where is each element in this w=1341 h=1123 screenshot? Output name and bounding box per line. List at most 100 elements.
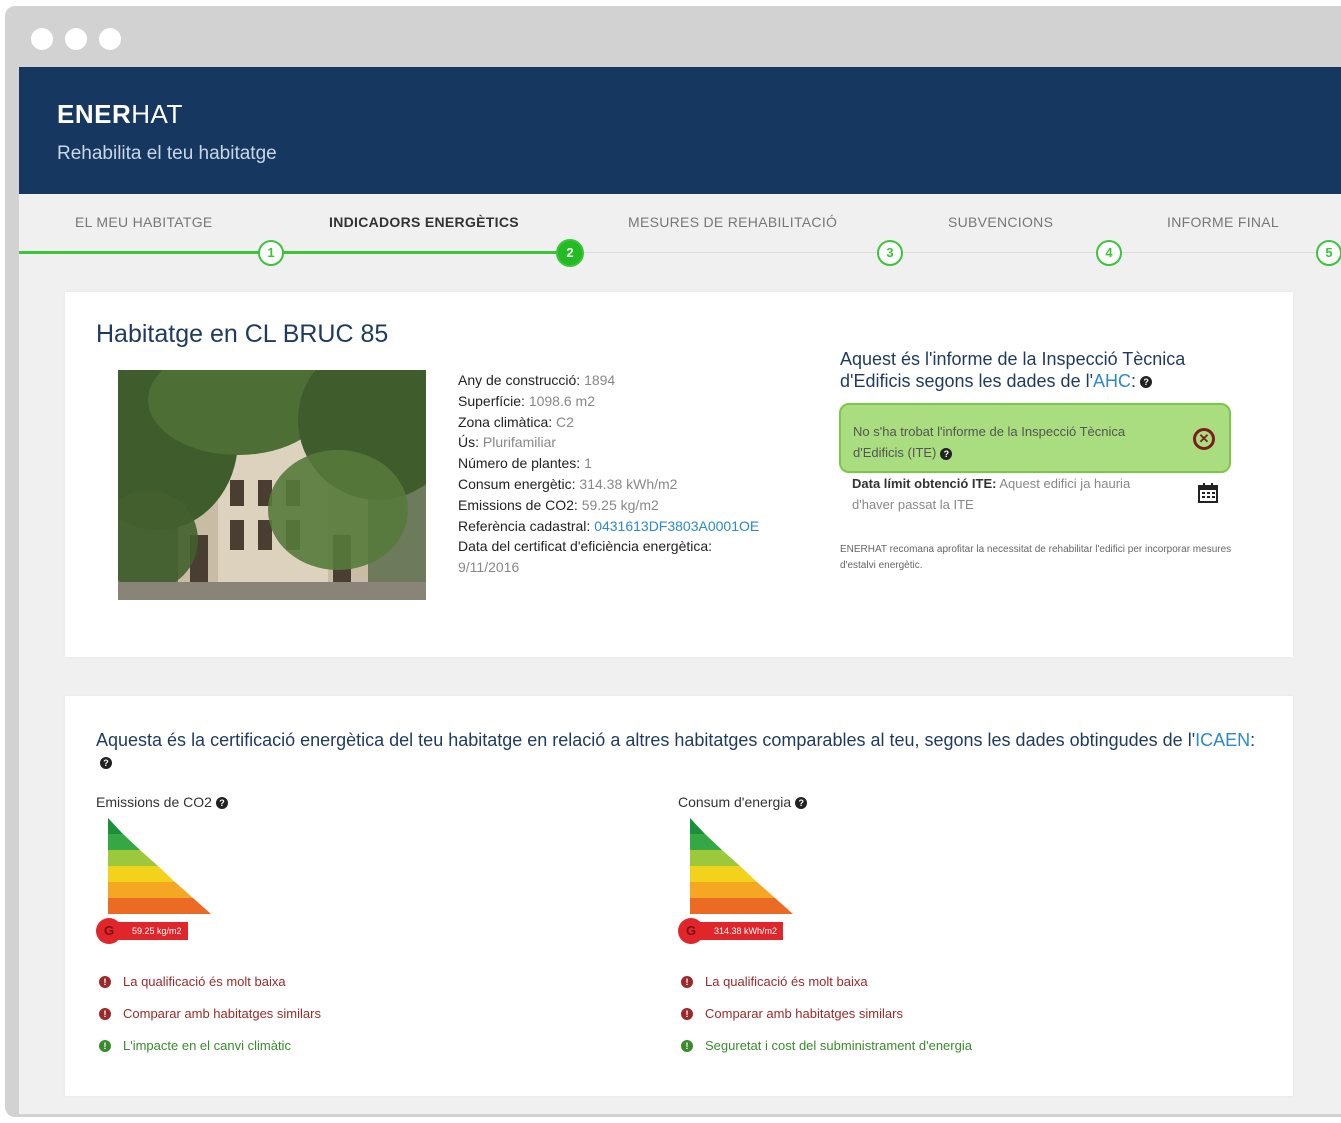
prop-certificat: Data del certificat d'eficiència energèt…	[458, 536, 808, 578]
step-circle-4[interactable]: 4	[1096, 240, 1122, 266]
emissions-message-low-rating-text: La qualificació és molt baixa	[123, 974, 286, 989]
help-icon[interactable]: ?	[795, 797, 808, 810]
energy-grade-badge: G	[678, 918, 704, 944]
emissions-message-compare-text: Comparar amb habitatges similars	[123, 1006, 321, 1021]
info-icon: !	[681, 1039, 693, 1052]
emissions-grade-badge: G	[96, 918, 122, 944]
emissions-messages: ! La qualificació és molt baixa ! Comparar…	[96, 974, 596, 1053]
emissions-rating: Emissions de CO2? 59.25 kg/m2 G ! La qual…	[96, 794, 596, 1053]
ite-heading-colon: :	[1131, 371, 1137, 391]
prop-us-value: Plurifamiliar	[482, 434, 557, 451]
prop-any-key: Any de construcció:	[458, 372, 581, 388]
prop-zona-value: C2	[556, 413, 574, 430]
step-progress: EL MEU HABITATGE INDICADORS ENERGÈTICS M…	[19, 194, 1341, 287]
progress-fill	[19, 251, 570, 254]
help-icon[interactable]: ?	[215, 797, 228, 810]
prop-emissions: Emissions de CO2: 59.25 kg/m2	[458, 495, 808, 516]
exclamation-icon: !	[99, 975, 111, 988]
prop-us: Ús: Plurifamiliar	[458, 432, 808, 453]
energy-message-security[interactable]: ! Seguretat i cost del subministrament d'…	[678, 1038, 1178, 1053]
step-circle-5[interactable]: 5	[1316, 240, 1341, 266]
close-circle-icon[interactable]: ✕	[1193, 428, 1215, 450]
prop-plantes: Número de plantes: 1	[458, 453, 808, 474]
energy-grade-scale: 314.38 kWh/m2 G	[678, 818, 818, 944]
energy-message-security-text: Seguretat i cost del subministrament d'e…	[705, 1038, 972, 1053]
window-dot-close[interactable]	[31, 28, 53, 50]
ahc-link[interactable]: AHC	[1093, 371, 1131, 391]
house-card: Habitatge en CL BRUC 85 Any de construcc…	[65, 292, 1293, 657]
app-header: ENERHAT Rehabilita el teu habitatge	[19, 67, 1341, 194]
ite-alert-text: No s'ha trobat l'informe de la Inspecció…	[853, 421, 1163, 463]
prop-emissions-value: 59.25 kg/m2	[581, 496, 659, 513]
emissions-message-low-rating[interactable]: ! La qualificació és molt baixa	[96, 974, 596, 989]
calendar-icon[interactable]	[1198, 483, 1218, 503]
energy-rating: Consum d'energia? 314.38 kWh/m2 G ! La qu…	[678, 794, 1178, 1053]
exclamation-icon: !	[681, 975, 693, 988]
prop-consum-key: Consum energètic:	[458, 475, 576, 492]
ite-alert-message: No s'ha trobat l'informe de la Inspecció…	[853, 424, 1126, 460]
prop-superficie: Superfície: 1098.6 m2	[458, 391, 808, 412]
energy-messages: ! La qualificació és molt baixa ! Comparar…	[678, 974, 1178, 1053]
brand-tagline: Rehabilita el teu habitatge	[57, 143, 277, 164]
emissions-message-climate-text: L'impacte en el canvi climàtic	[123, 1038, 291, 1053]
emissions-message-compare[interactable]: ! Comparar amb habitatges similars	[96, 1006, 596, 1021]
recommendation-text: ENERHAT recomana aprofitar la necessitat…	[840, 544, 1232, 571]
prop-cadastral-key: Referència cadastral:	[458, 517, 591, 534]
prop-any: Any de construcció: 1894	[458, 370, 808, 391]
help-icon[interactable]: ?	[940, 447, 953, 460]
info-icon: !	[99, 1039, 111, 1052]
step-circle-2[interactable]: 2	[556, 239, 584, 267]
cadastral-link[interactable]: 0431613DF3803A0001OE	[594, 518, 759, 534]
prop-us-key: Ús:	[458, 434, 479, 451]
prop-plantes-value: 1	[584, 455, 592, 472]
exclamation-icon: !	[99, 1007, 111, 1020]
icaen-link[interactable]: ICAEN	[1195, 730, 1250, 750]
prop-any-value: 1894	[584, 372, 616, 388]
help-icon[interactable]: ?	[100, 757, 112, 770]
building-photo	[118, 370, 426, 600]
brand-light: HAT	[131, 99, 183, 129]
house-properties: Any de construcció: 1894 Superfície: 109…	[458, 370, 808, 578]
step-label-mesures[interactable]: MESURES DE REHABILITACIÓ	[628, 214, 837, 230]
window-dot-minimize[interactable]	[65, 28, 87, 50]
prop-superficie-value: 1098.6 m2	[528, 392, 595, 409]
step-label-informe[interactable]: INFORME FINAL	[1167, 214, 1279, 230]
emissions-label-text: Emissions de CO2	[96, 794, 212, 810]
energy-label-text: Consum d'energia	[678, 794, 792, 810]
window-controls	[31, 28, 121, 50]
page-viewport: ENERHAT Rehabilita el teu habitatge EL M…	[19, 67, 1341, 1114]
energy-label: Consum d'energia?	[678, 794, 1178, 810]
ite-deadline-key: Data límit obtenció ITE:	[852, 476, 997, 491]
step-label-indicadors[interactable]: INDICADORS ENERGÈTICS	[329, 214, 519, 230]
certification-heading-text: Aquesta és la certificació energètica de…	[96, 730, 1196, 750]
step-circle-3[interactable]: 3	[877, 240, 903, 266]
ite-deadline: Data límit obtenció ITE: Aquest edifici …	[852, 473, 1152, 515]
prop-certificat-value: 9/11/2016	[458, 559, 520, 576]
step-label-habitatge[interactable]: EL MEU HABITATGE	[75, 214, 213, 230]
prop-consum-value: 314.38 kWh/m2	[579, 475, 678, 492]
prop-superficie-key: Superfície:	[458, 392, 525, 409]
step-circle-1[interactable]: 1	[258, 240, 284, 266]
prop-plantes-key: Número de plantes:	[458, 455, 581, 472]
prop-consum: Consum energètic: 314.38 kWh/m2	[458, 474, 808, 495]
emissions-message-climate[interactable]: ! L'impacte en el canvi climàtic	[96, 1038, 596, 1053]
prop-cadastral: Referència cadastral: 0431613DF3803A0001…	[458, 516, 808, 537]
prop-emissions-key: Emissions de CO2:	[458, 496, 578, 513]
certification-card: Aquesta és la certificació energètica de…	[65, 696, 1293, 1096]
building-photo-image	[118, 370, 426, 600]
prop-zona: Zona climàtica: C2	[458, 412, 808, 433]
energy-message-compare-text: Comparar amb habitatges similars	[705, 1006, 903, 1021]
energy-message-compare[interactable]: ! Comparar amb habitatges similars	[678, 1006, 1178, 1021]
certification-heading-colon: :	[1250, 730, 1256, 750]
energy-message-low-rating-text: La qualificació és molt baixa	[705, 974, 868, 989]
exclamation-icon: !	[681, 1007, 693, 1020]
help-icon[interactable]: ?	[1140, 376, 1153, 389]
window-dot-maximize[interactable]	[99, 28, 121, 50]
prop-certificat-key: Data del certificat d'eficiència energèt…	[458, 538, 713, 555]
prop-zona-key: Zona climàtica:	[458, 413, 553, 430]
step-label-subvencions[interactable]: SUBVENCIONS	[948, 214, 1053, 230]
certification-heading: Aquesta és la certificació energètica de…	[96, 729, 1266, 773]
brand-bold: ENER	[57, 99, 132, 129]
energy-message-low-rating[interactable]: ! La qualificació és molt baixa	[678, 974, 1178, 989]
brand-logo[interactable]: ENERHAT	[57, 99, 183, 130]
